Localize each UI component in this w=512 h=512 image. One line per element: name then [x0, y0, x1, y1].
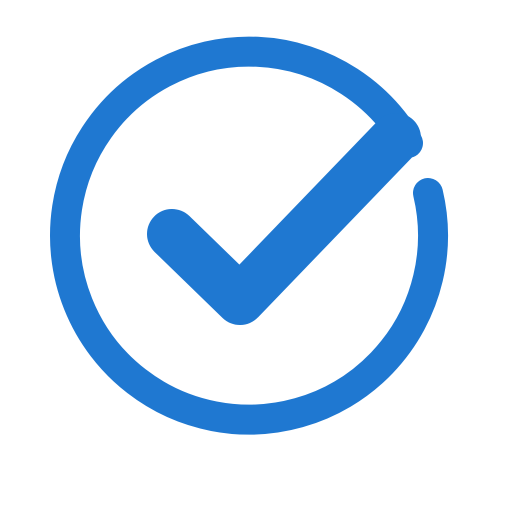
check-circle-icon — [50, 36, 448, 435]
check-circle-ring — [50, 36, 448, 435]
icon-canvas — [0, 0, 512, 512]
checkmark-stroke — [147, 113, 421, 325]
